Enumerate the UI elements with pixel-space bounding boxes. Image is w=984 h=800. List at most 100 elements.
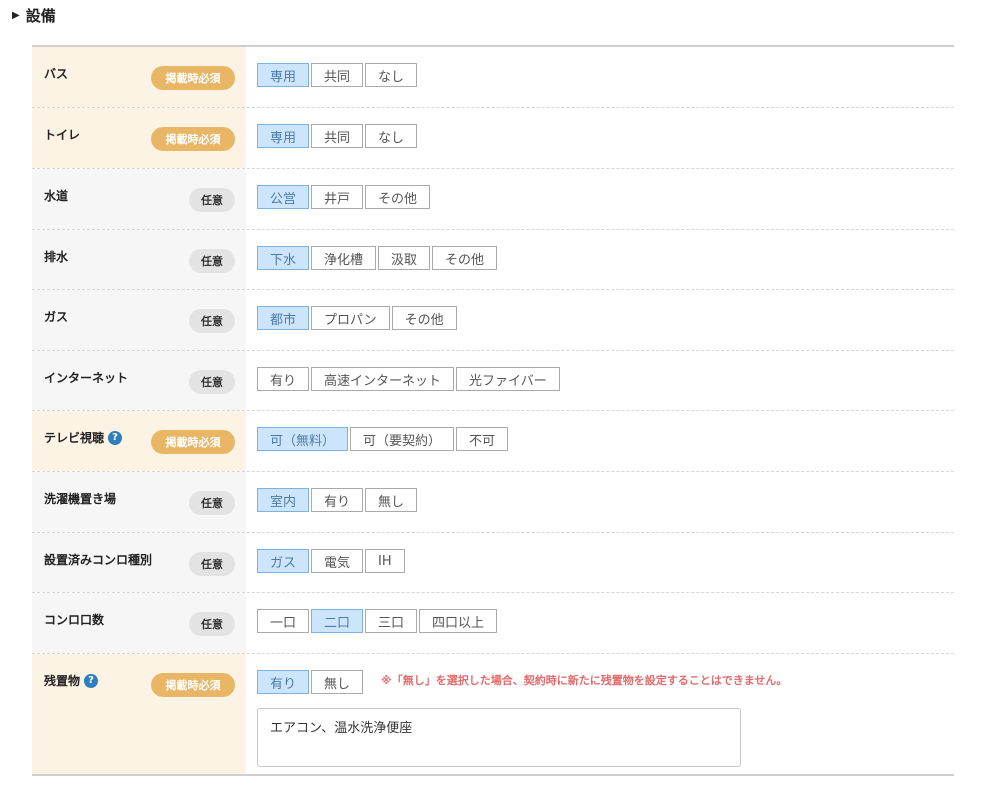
field-label-cell: 洗濯機置き場 任意 (32, 472, 246, 532)
field-label-cell: 排水 任意 (32, 230, 246, 289)
option-button[interactable]: 専用 (257, 63, 310, 87)
field-label: インターネット (44, 369, 128, 386)
option-button[interactable]: 二口 (311, 609, 364, 633)
field-label: 残置物? (44, 672, 99, 689)
option-button[interactable]: IH (365, 549, 405, 573)
remaining-items-textarea[interactable]: エアコン、温水洗浄便座 (257, 708, 741, 767)
form-row: 洗濯機置き場 任意 室内 有り 無し (32, 472, 954, 533)
field-value-cell: 公営 井戸 その他 (246, 169, 954, 229)
form-row: 水道 任意 公営 井戸 その他 (32, 169, 954, 230)
form-row: ガス 任意 都市 プロパン その他 (32, 290, 954, 351)
field-value-cell: 可（無料） 可（要契約） 不可 (246, 411, 954, 471)
field-label: トイレ (44, 126, 80, 143)
option-group: 専用 共同 なし (257, 124, 419, 148)
option-group: 公営 井戸 その他 (257, 185, 432, 209)
field-value-cell: 一口 二口 三口 四口以上 (246, 593, 954, 653)
option-button[interactable]: 不可 (456, 427, 509, 451)
option-button[interactable]: 無し (311, 670, 364, 694)
field-label-text: テレビ視聴 (44, 431, 105, 445)
option-button[interactable]: なし (365, 124, 418, 148)
triangle-right-icon: ▶ (12, 9, 20, 21)
option-button[interactable]: 有り (257, 670, 310, 694)
field-label-cell: 残置物? 掲載時必須 (32, 654, 246, 774)
option-button[interactable]: 汲取 (378, 246, 431, 270)
option-button[interactable]: 井戸 (311, 185, 364, 209)
option-button[interactable]: 都市 (257, 306, 310, 330)
option-button[interactable]: 可（無料） (257, 427, 349, 451)
option-button[interactable]: プロパン (311, 306, 390, 330)
option-group: 室内 有り 無し (257, 488, 419, 512)
form-row: インターネット 任意 有り 高速インターネット 光ファイバー (32, 351, 954, 411)
help-icon[interactable]: ? (84, 673, 99, 688)
field-label-text: 排水 (44, 250, 69, 264)
required-badge: 掲載時必須 (151, 66, 235, 90)
field-label-cell: 水道 任意 (32, 169, 246, 229)
field-value-cell: 有り 高速インターネット 光ファイバー (246, 351, 954, 410)
field-label-cell: テレビ視聴? 掲載時必須 (32, 411, 246, 471)
optional-badge: 任意 (189, 552, 235, 576)
help-icon[interactable]: ? (108, 430, 123, 445)
field-label-cell: トイレ 掲載時必須 (32, 108, 246, 168)
option-button[interactable]: なし (365, 63, 418, 87)
required-badge: 掲載時必須 (151, 430, 235, 454)
option-button[interactable]: 有り (257, 367, 310, 391)
optional-badge: 任意 (189, 612, 235, 636)
section-title: ▶ 設備 (12, 4, 56, 26)
option-button[interactable]: ガス (257, 549, 310, 573)
field-label: ガス (44, 308, 68, 325)
option-group: ガス 電気 IH (257, 549, 407, 573)
option-button[interactable]: 一口 (257, 609, 310, 633)
field-label: コンロ口数 (44, 611, 104, 628)
option-button[interactable]: 浄化槽 (311, 246, 377, 270)
field-label-text: ガス (44, 310, 69, 324)
field-label-cell: 設置済みコンロ種別 任意 (32, 533, 246, 592)
option-button[interactable]: その他 (365, 185, 431, 209)
option-button[interactable]: 光ファイバー (456, 367, 560, 391)
option-button[interactable]: 高速インターネット (311, 367, 455, 391)
option-button[interactable]: 有り (311, 488, 364, 512)
option-group: 専用 共同 なし (257, 63, 419, 87)
form-row: 設置済みコンロ種別 任意 ガス 電気 IH (32, 533, 954, 593)
option-button[interactable]: 三口 (365, 609, 418, 633)
field-label-cell: コンロ口数 任意 (32, 593, 246, 653)
option-button[interactable]: 下水 (257, 246, 310, 270)
required-badge: 掲載時必須 (151, 673, 235, 697)
equipment-form-table: バス 掲載時必須 専用 共同 なし トイレ 掲載時必須 専用 共同 なし 水道 任意 公営 井戸 その他 排水… (32, 45, 954, 776)
option-button[interactable]: 公営 (257, 185, 310, 209)
option-button[interactable]: 可（要契約） (350, 427, 455, 451)
option-button[interactable]: 共同 (311, 124, 364, 148)
optional-badge: 任意 (189, 370, 235, 394)
field-label: バス (44, 65, 68, 82)
warning-note: ※「無し」を選択した場合、契約時に新たに残置物を設定することはできません。 (381, 674, 788, 687)
field-label: テレビ視聴? (44, 429, 123, 446)
option-button[interactable]: 電気 (311, 549, 364, 573)
optional-badge: 任意 (189, 309, 235, 333)
option-group: 下水 浄化槽 汲取 その他 (257, 246, 499, 270)
field-value-cell: ガス 電気 IH (246, 533, 954, 592)
option-button[interactable]: 無し (365, 488, 418, 512)
optional-badge: 任意 (189, 249, 235, 273)
form-row: テレビ視聴? 掲載時必須 可（無料） 可（要契約） 不可 (32, 411, 954, 472)
form-row: バス 掲載時必須 専用 共同 なし (32, 47, 954, 108)
field-value-cell: 室内 有り 無し (246, 472, 954, 532)
form-row: トイレ 掲載時必須 専用 共同 なし (32, 108, 954, 169)
option-button[interactable]: 四口以上 (419, 609, 498, 633)
field-label-text: 設置済みコンロ種別 (44, 553, 153, 567)
field-label-text: 洗濯機置き場 (44, 492, 117, 506)
option-group: 有り 高速インターネット 光ファイバー (257, 367, 562, 391)
field-value-cell: 専用 共同 なし (246, 108, 954, 168)
option-button[interactable]: 共同 (311, 63, 364, 87)
option-button[interactable]: 室内 (257, 488, 310, 512)
option-button[interactable]: その他 (432, 246, 498, 270)
option-button[interactable]: 専用 (257, 124, 310, 148)
field-label: 洗濯機置き場 (44, 490, 116, 507)
option-group: 有り 無し (257, 670, 365, 694)
field-label-text: トイレ (44, 128, 81, 142)
optional-badge: 任意 (189, 491, 235, 515)
field-label-cell: バス 掲載時必須 (32, 47, 246, 107)
option-button[interactable]: その他 (391, 306, 457, 330)
field-label-text: 残置物 (44, 674, 81, 688)
required-badge: 掲載時必須 (151, 127, 235, 151)
optional-badge: 任意 (189, 188, 235, 212)
field-label-cell: ガス 任意 (32, 290, 246, 350)
